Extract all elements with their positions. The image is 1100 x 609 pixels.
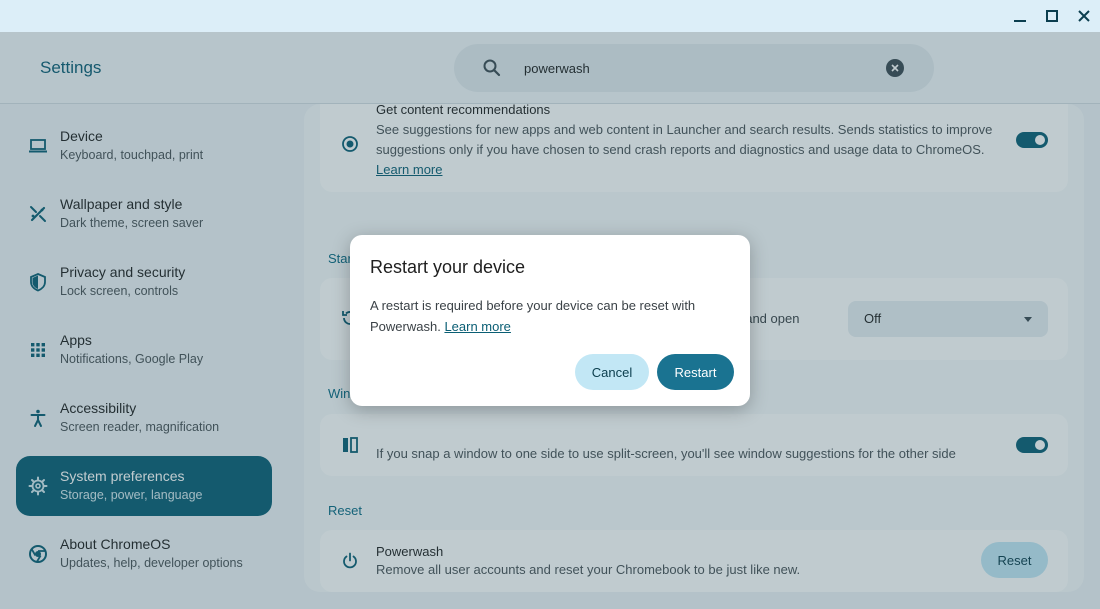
dialog-body: A restart is required before your device…	[370, 295, 730, 337]
restart-button[interactable]: Restart	[657, 354, 734, 390]
minimize-button[interactable]	[1010, 6, 1030, 26]
dialog-body-text: A restart is required before your device…	[370, 298, 696, 334]
cancel-button[interactable]: Cancel	[575, 354, 649, 390]
dialog-learn-more-link[interactable]: Learn more	[444, 319, 510, 334]
title-bar	[0, 0, 1100, 32]
maximize-button[interactable]	[1042, 6, 1062, 26]
maximize-icon	[1046, 10, 1058, 22]
close-icon	[1078, 10, 1090, 22]
dialog-title: Restart your device	[370, 257, 526, 277]
minimize-icon	[1014, 20, 1026, 22]
restart-dialog: Restart your device A restart is require…	[350, 235, 750, 406]
close-button[interactable]	[1074, 6, 1094, 26]
